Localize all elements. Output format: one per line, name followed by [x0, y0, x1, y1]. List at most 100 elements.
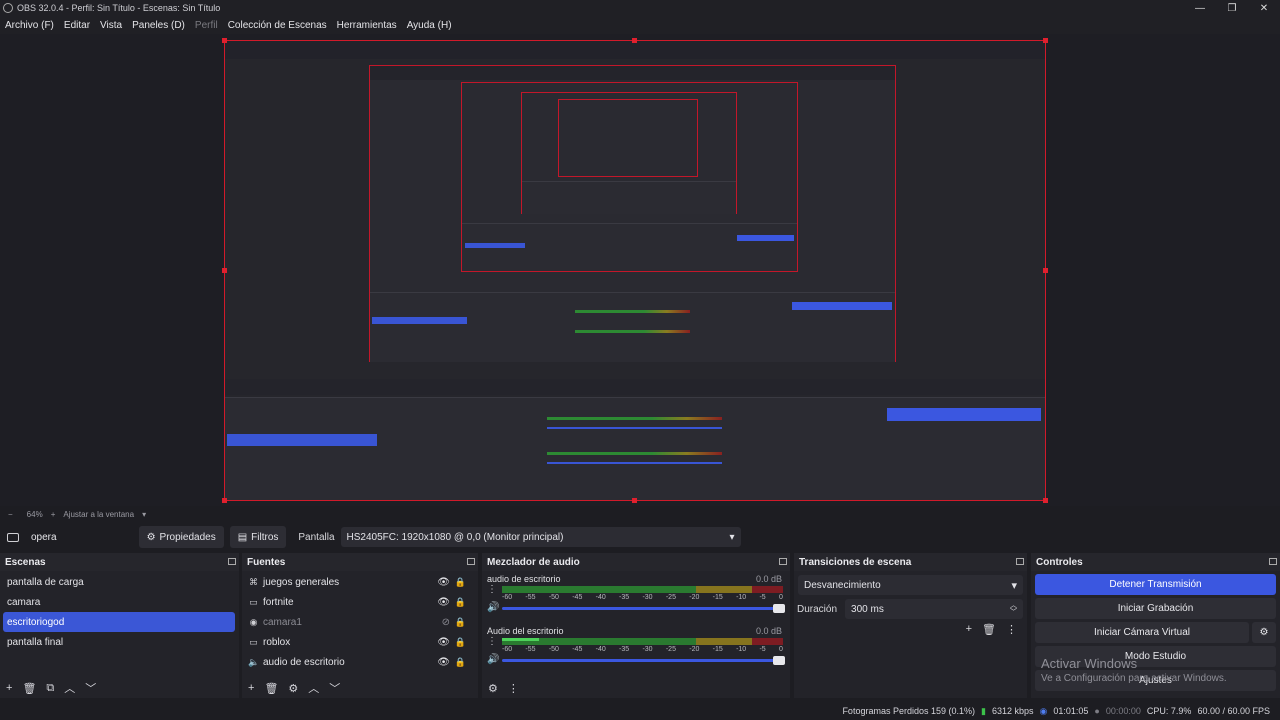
resize-handle-r[interactable] — [1043, 268, 1048, 273]
meter-level — [502, 638, 539, 641]
zoom-in-button[interactable]: + — [51, 510, 56, 519]
menu-perfil[interactable]: Perfil — [190, 20, 223, 31]
duration-spinbox[interactable]: 300 ms ︿ ﹀ — [845, 599, 1023, 619]
add-source-icon[interactable]: + — [248, 682, 254, 694]
menu-vista[interactable]: Vista — [95, 20, 127, 31]
spin-arrows-icon[interactable]: ︿ ﹀ — [1010, 602, 1017, 616]
start-recording-button[interactable]: Iniciar Grabación — [1035, 598, 1276, 619]
mixer-menu-icon[interactable]: ⋮ — [508, 682, 519, 695]
remove-source-icon[interactable]: 🗑 — [264, 682, 278, 695]
transition-select[interactable]: Desvanecimiento ▾ — [798, 575, 1023, 595]
maximize-icon[interactable]: ❐ — [1216, 3, 1248, 14]
menu-editar[interactable]: Editar — [59, 20, 95, 31]
undock-icon[interactable] — [1016, 558, 1024, 565]
move-down-icon[interactable]: ﹀ — [85, 680, 96, 696]
undock-icon[interactable] — [228, 558, 236, 565]
channel-menu-icon[interactable]: ⋮ — [487, 584, 497, 595]
lock-icon[interactable]: 🔒 — [455, 597, 466, 608]
slider-knob[interactable] — [773, 656, 785, 665]
stop-stream-button[interactable]: Detener Transmisión — [1035, 574, 1276, 595]
display-source-icon — [7, 532, 19, 542]
close-icon[interactable]: ✕ — [1248, 3, 1280, 14]
menu-paneles[interactable]: Paneles (D) — [127, 20, 190, 31]
virtual-camera-button[interactable]: Iniciar Cámara Virtual — [1035, 622, 1249, 643]
preview-canvas[interactable] — [224, 40, 1046, 501]
window-icon: ▭ — [249, 636, 258, 647]
menu-coleccion-escenas[interactable]: Colección de Escenas — [223, 20, 332, 31]
scene-item[interactable]: camara — [0, 592, 239, 612]
resize-handle-tl[interactable] — [222, 38, 227, 43]
lock-icon[interactable]: 🔒 — [455, 637, 466, 648]
meter-tick-label: 0 — [778, 594, 783, 601]
remove-transition-icon[interactable]: 🗑 — [982, 623, 996, 636]
resize-handle-t[interactable] — [632, 38, 637, 43]
undock-icon[interactable] — [779, 558, 787, 565]
volume-slider[interactable] — [502, 604, 785, 613]
eye-icon[interactable]: 👁 — [437, 637, 450, 648]
meter-tick-label: -35 — [619, 646, 630, 653]
channel-menu-icon[interactable]: ⋮ — [487, 636, 497, 647]
filters-button[interactable]: ▤ Filtros — [229, 526, 287, 548]
move-up-icon[interactable]: ︿ — [64, 680, 75, 696]
speaker-icon[interactable]: 🔊 — [487, 654, 499, 665]
resize-handle-l[interactable] — [222, 268, 227, 273]
filter-icon: ▤ — [237, 531, 248, 543]
mixer-settings-icon[interactable]: ⚙ — [488, 682, 498, 695]
speaker-icon[interactable]: 🔊 — [487, 602, 499, 613]
source-item[interactable]: ▭ fortnite 👁 🔒 — [242, 592, 478, 612]
scene-item[interactable]: pantalla final — [0, 632, 239, 652]
add-scene-icon[interactable]: + — [6, 682, 12, 694]
transition-menu-icon[interactable]: ⋮ — [1006, 623, 1017, 636]
virtual-camera-settings-icon[interactable]: ⚙ — [1252, 622, 1276, 643]
minimize-icon[interactable]: — — [1184, 3, 1216, 14]
nested-selection-1 — [227, 434, 377, 446]
source-item[interactable]: ⌘ juegos generales 👁 🔒 — [242, 572, 478, 592]
menu-archivo[interactable]: Archivo (F) — [0, 20, 59, 31]
zoom-fit-label[interactable]: Ajustar a la ventana — [63, 510, 134, 519]
sources-dock: Fuentes ⌘ juegos generales 👁 🔒 ▭ fortnit… — [242, 553, 478, 698]
slider-knob[interactable] — [773, 604, 785, 613]
lock-icon[interactable]: 🔒 — [455, 657, 466, 668]
properties-button[interactable]: ⚙ Propiedades — [138, 526, 224, 548]
scene-filters-icon[interactable]: ⧉ — [46, 682, 54, 695]
scene-item-selected[interactable]: escritoriogod — [3, 612, 235, 632]
undock-icon[interactable] — [467, 558, 475, 565]
resize-handle-b[interactable] — [632, 498, 637, 503]
zoom-dropdown-icon[interactable]: ▾ — [142, 510, 146, 519]
eye-icon[interactable]: 👁 — [437, 577, 450, 588]
eye-icon[interactable]: 👁 — [437, 657, 450, 668]
remove-scene-icon[interactable]: 🗑 — [22, 682, 36, 695]
meter-tick-label: -40 — [595, 594, 606, 601]
resize-handle-tr[interactable] — [1043, 38, 1048, 43]
chevron-down-icon: ▾ — [729, 531, 735, 543]
resize-handle-bl[interactable] — [222, 498, 227, 503]
resize-handle-br[interactable] — [1043, 498, 1048, 503]
source-item[interactable]: ▭ roblox 👁 🔒 — [242, 632, 478, 652]
preview-area[interactable] — [0, 34, 1280, 506]
source-item[interactable]: ◉ camara1 ⊘ 🔒 — [242, 612, 478, 632]
window-controls: — ❐ ✕ — [1184, 3, 1280, 14]
display-select[interactable]: HS2405FC: 1920x1080 @ 0,0 (Monitor princ… — [340, 527, 741, 547]
lock-icon[interactable]: 🔒 — [455, 577, 466, 588]
menu-ayuda[interactable]: Ayuda (H) — [402, 20, 457, 31]
undock-icon[interactable] — [1269, 558, 1277, 565]
move-down-icon[interactable]: ﹀ — [329, 680, 340, 696]
meter-tick-label: -45 — [572, 646, 583, 653]
add-transition-icon[interactable]: + — [966, 623, 972, 636]
scenes-title: Escenas — [5, 556, 46, 568]
volume-slider[interactable] — [502, 656, 785, 665]
source-item[interactable]: 🔈 audio de escritorio 👁 🔒 — [242, 652, 478, 672]
lock-icon[interactable]: 🔒 — [455, 617, 466, 628]
meter-tick-label: -5 — [759, 646, 766, 653]
eye-icon[interactable]: 👁 — [437, 597, 450, 608]
sources-title: Fuentes — [247, 556, 286, 568]
scene-item[interactable]: pantalla de carga — [0, 572, 239, 592]
source-properties-icon[interactable]: ⚙ — [288, 682, 298, 695]
meter-tick-label: -25 — [665, 594, 676, 601]
zoom-out-button[interactable]: − — [8, 510, 13, 519]
eye-hidden-icon[interactable]: ⊘ — [442, 617, 450, 628]
menu-herramientas[interactable]: Herramientas — [332, 20, 402, 31]
channel-name: audio de escritorio — [487, 574, 561, 584]
move-up-icon[interactable]: ︿ — [308, 680, 319, 696]
record-time: 00:00:00 — [1105, 706, 1141, 716]
